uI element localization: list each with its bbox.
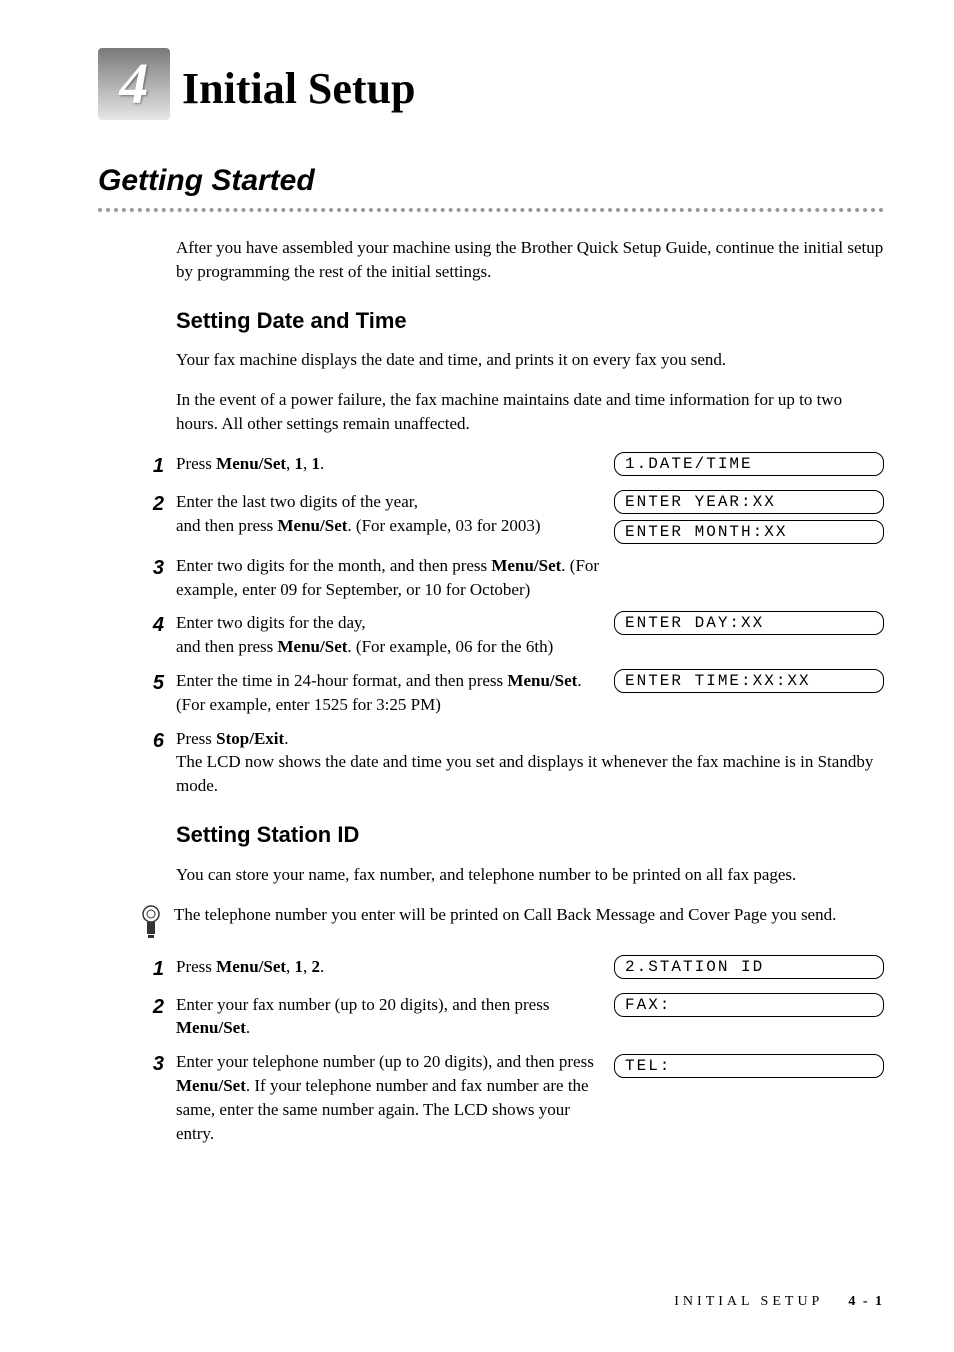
step-number: 3 [140,1050,164,1078]
lightbulb-icon [140,905,162,945]
note-row: The telephone number you enter will be p… [140,903,884,945]
step-text: Enter two digits for the day, and then p… [176,611,602,659]
footer-page: 4 - 1 [848,1294,884,1309]
datetime-step-5: 5 Enter the time in 24-hour format, and … [140,669,884,717]
step-text: Press Menu/Set, 1, 1. [176,452,602,476]
datetime-p2: In the event of a power failure, the fax… [176,388,884,436]
datetime-step-4: 4 Enter two digits for the day, and then… [140,611,884,659]
step-number: 1 [140,452,164,480]
note-text: The telephone number you enter will be p… [174,903,884,927]
chapter-title: Initial Setup [182,58,416,120]
datetime-step-6: 6 Press Stop/Exit. The LCD now shows the… [140,727,884,798]
step-number: 5 [140,669,164,697]
chapter-header: 4 Initial Setup [98,48,884,120]
chapter-number: 4 [120,43,149,124]
station-step-1: 1 Press Menu/Set, 1, 2. 2.STATION ID [140,955,884,983]
lcd-display: TEL: [614,1054,884,1078]
step-number: 4 [140,611,164,639]
datetime-step-3: 3 Enter two digits for the month, and th… [140,554,884,602]
section-title: Getting Started [98,164,315,197]
chapter-number-box: 4 [98,48,170,120]
lcd-display: 1.DATE/TIME [614,452,884,476]
step-number: 3 [140,554,164,582]
station-step-3: 3 Enter your telephone number (up to 20 … [140,1050,884,1145]
step-number: 1 [140,955,164,983]
footer-section: INITIAL SETUP [674,1294,823,1309]
step-text: Press Menu/Set, 1, 2. [176,955,602,979]
lcd-display: ENTER TIME:XX:XX [614,669,884,693]
station-heading: Setting Station ID [176,820,884,851]
intro-paragraph: After you have assembled your machine us… [176,236,884,284]
step-text: Enter your telephone number (up to 20 di… [176,1050,602,1145]
lcd-display: FAX: [614,993,884,1017]
lcd-display: ENTER MONTH:XX [614,520,884,544]
step-text: Press Stop/Exit. The LCD now shows the d… [176,727,884,798]
section-title-wrap: Getting Started [98,160,884,202]
step-text: Enter your fax number (up to 20 digits),… [176,993,602,1041]
datetime-heading: Setting Date and Time [176,306,884,337]
datetime-step-1: 1 Press Menu/Set, 1, 1. 1.DATE/TIME [140,452,884,480]
station-p1: You can store your name, fax number, and… [176,863,884,887]
step-text: Enter the time in 24-hour format, and th… [176,669,602,717]
lcd-display: ENTER DAY:XX [614,611,884,635]
page-footer: INITIAL SETUP 4 - 1 [674,1292,884,1312]
step-number: 2 [140,993,164,1021]
datetime-step-2: 2 Enter the last two digits of the year,… [140,490,884,544]
lcd-display: ENTER YEAR:XX [614,490,884,514]
step-number: 6 [140,727,164,755]
datetime-p1: Your fax machine displays the date and t… [176,348,884,372]
section-divider [98,208,884,212]
station-step-2: 2 Enter your fax number (up to 20 digits… [140,993,884,1041]
step-number: 2 [140,490,164,518]
step-text: Enter two digits for the month, and then… [176,554,602,602]
step-text: Enter the last two digits of the year, a… [176,490,602,538]
lcd-display: 2.STATION ID [614,955,884,979]
